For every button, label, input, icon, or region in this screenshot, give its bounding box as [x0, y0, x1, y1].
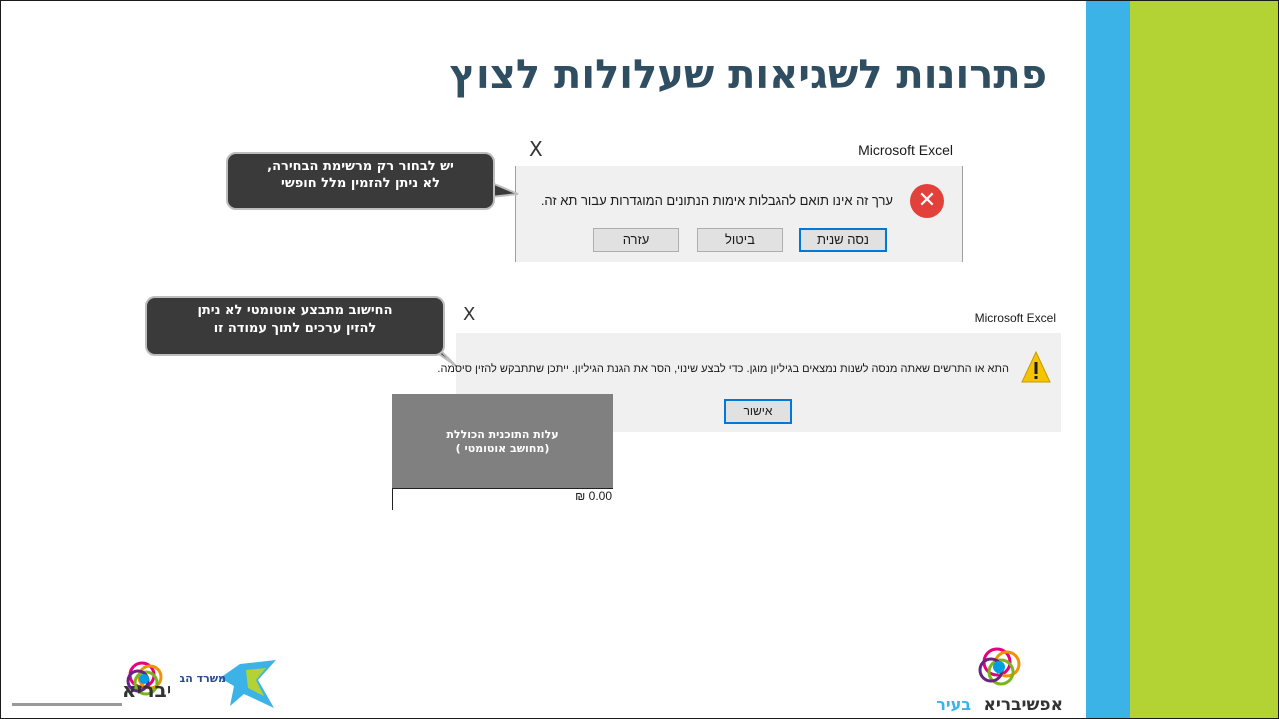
retry-button[interactable]: נסה שנית [799, 228, 887, 252]
ministry-text: משרד הבריאות [180, 672, 226, 685]
callout-line: החישוב מתבצע אוטומטי לא ניתן [197, 303, 393, 318]
column-header-line: (מחושב אוטומטי ) [455, 442, 550, 455]
close-icon[interactable]: X [529, 137, 543, 161]
column-header-cell: עלות התוכנית הכוללת (מחושב אוטומטי ) [392, 394, 613, 488]
slide-title: פתרונות לשגיאות שעלולות לצוץ [449, 52, 1047, 98]
ashiv-logo-left: אפשיבריא [12, 661, 170, 706]
dialog-title-bar: X Microsoft Excel [456, 302, 1061, 333]
callout-validation: יש לבחור רק מרשימת הבחירה, לא ניתן להזמי… [226, 152, 495, 210]
dialog-app-name: Microsoft Excel [858, 142, 953, 158]
brand-text: אפשיבריא [984, 695, 1063, 715]
validation-error-dialog: X Microsoft Excel ✕ ערך זה אינו תואם להג… [515, 133, 963, 262]
decorative-stripe-blue [1086, 1, 1130, 718]
callout-line: לא ניתן להזמין מלל חופשי [281, 176, 440, 191]
cell-border [392, 488, 393, 510]
dialog-title-bar: X Microsoft Excel [515, 133, 963, 166]
help-button[interactable]: עזרה [593, 228, 679, 252]
callout-line: להזין ערכים לתוך עמודה זו [213, 321, 377, 336]
cancel-button[interactable]: ביטול [697, 228, 783, 252]
dialog-message: ערך זה אינו תואם להגבלות אימות הנתונים ה… [540, 193, 893, 208]
dialog-app-name: Microsoft Excel [974, 311, 1056, 325]
ok-button[interactable]: אישור [724, 399, 792, 424]
close-icon[interactable]: X [463, 304, 475, 325]
decorative-stripe-green [1130, 1, 1278, 718]
ministry-of-health-logo: משרד הבריאות [180, 660, 276, 708]
callout-line: יש לבחור רק מרשימת הבחירה, [267, 159, 454, 174]
warning-icon [1021, 350, 1051, 383]
brand-text: אפשיבריא [122, 678, 170, 702]
column-header-line: עלות התוכנית הכוללת [446, 428, 559, 441]
cell-value: 0.00 ₪ [575, 489, 612, 503]
dialog-message: התא או התרשים שאתה מנסה לשנות נמצאים בגי… [437, 363, 1009, 375]
brand-suffix: בעיר [936, 695, 971, 714]
error-icon: ✕ [910, 184, 944, 218]
callout-protected: החישוב מתבצע אוטומטי לא ניתן להזין ערכים… [145, 296, 445, 356]
ashiv-logo-right: אפשיבריא בעיר [936, 647, 1063, 715]
